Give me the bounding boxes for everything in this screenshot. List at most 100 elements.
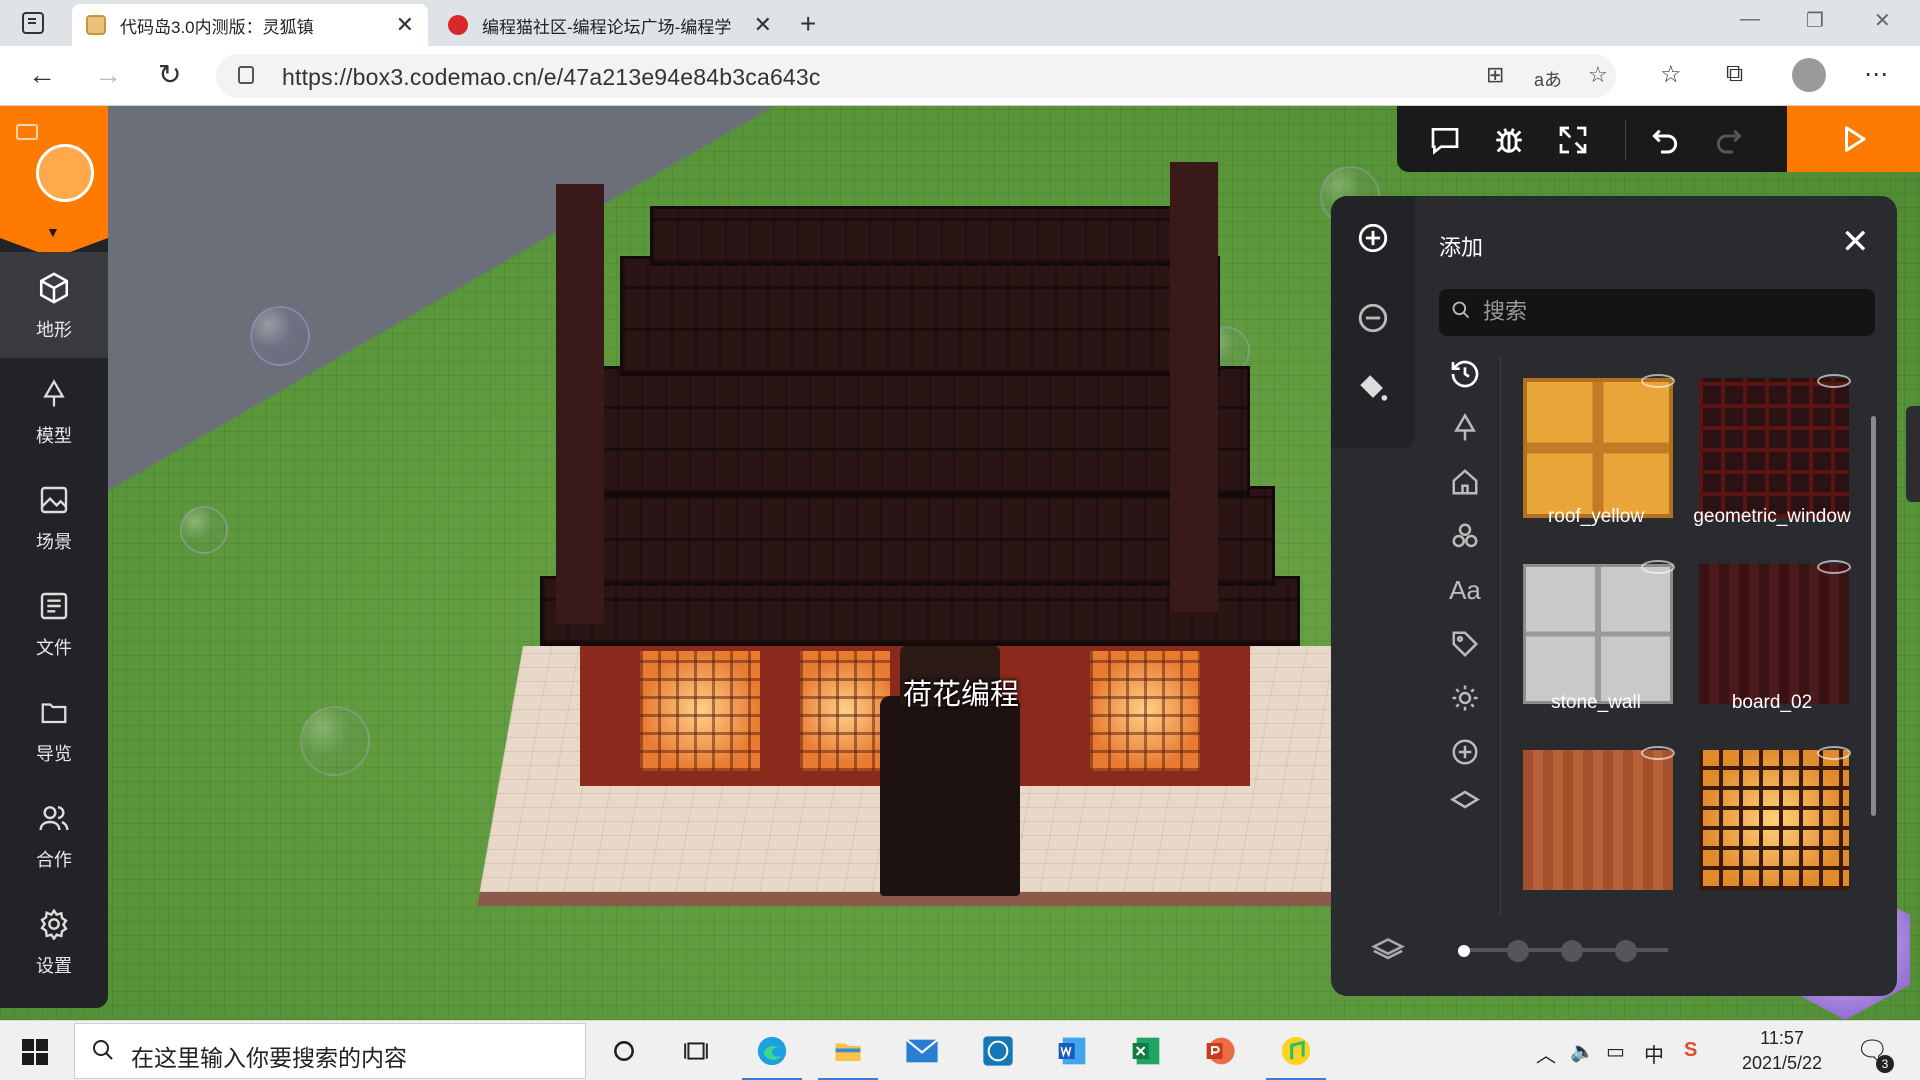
block-item-lantern-pattern[interactable] [1687, 728, 1857, 908]
slider-step-2[interactable] [1507, 940, 1529, 962]
add-favorite-icon[interactable]: ☆ [1588, 62, 1608, 88]
system-clock[interactable]: 11:57 2021/5/22 [1722, 1026, 1842, 1076]
file-explorer-icon[interactable] [818, 1029, 878, 1080]
rotate-preview-icon[interactable] [1817, 746, 1851, 760]
redo-icon[interactable] [1709, 120, 1749, 160]
lit-window [800, 651, 890, 771]
refresh-button[interactable]: ↻ [158, 60, 181, 90]
music-app-icon[interactable] [1266, 1029, 1326, 1080]
new-tab-button[interactable]: + [800, 8, 816, 40]
rotate-preview-icon[interactable] [1641, 560, 1675, 574]
close-tab-icon[interactable]: ✕ [396, 12, 414, 38]
show-hidden-icons-chevron[interactable]: ︿ [1536, 1039, 1556, 1068]
word-icon[interactable] [1050, 1029, 1094, 1073]
sidebar-item-scene[interactable]: 场景 [0, 464, 108, 570]
read-aloud-icon[interactable]: aあ [1534, 66, 1562, 92]
tab-codemao-community[interactable]: 编程猫社区-编程论坛广场-编程学 ✕ [434, 4, 786, 46]
lit-window [640, 651, 760, 771]
sidebar-item-models[interactable]: 模型 [0, 358, 108, 464]
text-icon[interactable]: Aa [1445, 570, 1485, 610]
codemao-logo[interactable] [0, 106, 108, 258]
volume-icon[interactable]: 🔈 [1570, 1039, 1595, 1064]
rotate-preview-icon[interactable] [1817, 560, 1851, 574]
app-available-icon[interactable]: ⊞ [1486, 62, 1504, 88]
search-input[interactable] [1483, 295, 1863, 329]
profile-avatar[interactable] [1792, 58, 1826, 92]
block-item-geometric-window[interactable]: geometric_window [1687, 356, 1857, 536]
block-item-stone-wall[interactable]: stone_wall [1511, 542, 1681, 722]
chevron-down-icon[interactable]: ▼ [46, 224, 60, 240]
block-grid-scrollbar[interactable] [1871, 416, 1876, 816]
bubble-effect [180, 506, 228, 554]
mail-icon[interactable] [900, 1029, 944, 1073]
close-window-button[interactable]: ✕ [1874, 8, 1891, 33]
slider-step-3[interactable] [1561, 940, 1583, 962]
sidebar-item-collab[interactable]: 合作 [0, 782, 108, 888]
collections-icon[interactable]: ⧉ [1726, 60, 1743, 88]
favorites-icon[interactable]: ☆ [1660, 60, 1682, 89]
powerpoint-icon[interactable] [1198, 1029, 1242, 1073]
codemao-favicon-icon [448, 15, 468, 35]
cortana-icon[interactable] [602, 1029, 646, 1073]
player-character[interactable] [880, 646, 1020, 896]
paint-bucket-icon[interactable] [1353, 368, 1393, 408]
block-item-wood-crate[interactable] [1511, 728, 1681, 908]
terminal-icon[interactable] [16, 124, 38, 140]
minimize-button[interactable]: — [1740, 8, 1760, 31]
sogou-ime-icon[interactable]: S [1684, 1039, 1697, 1062]
tab-codemao-island[interactable]: 代码岛3.0内测版：灵狐镇 ✕ [72, 4, 428, 46]
shapes-icon[interactable] [1445, 516, 1485, 556]
slider-step-1[interactable] [1458, 945, 1470, 957]
rotate-preview-icon[interactable] [1641, 746, 1675, 760]
lantern-pattern-thumb [1699, 750, 1849, 890]
forward-button[interactable]: → [94, 60, 122, 90]
address-bar-row: ← → ↻ https://box3.codemao.cn/e/47a213e9… [0, 46, 1920, 106]
house-icon[interactable] [1445, 462, 1485, 502]
right-edge-handle[interactable] [1906, 406, 1920, 502]
slider-step-4[interactable] [1615, 940, 1637, 962]
gear-icon [36, 906, 72, 942]
recent-history-icon[interactable] [1445, 354, 1485, 394]
wood-crate-thumb [1523, 750, 1673, 890]
sun-icon[interactable] [1445, 678, 1485, 718]
battery-icon[interactable]: ▭ [1606, 1039, 1625, 1064]
tree-icon[interactable] [1445, 408, 1485, 448]
tag-icon[interactable] [1445, 624, 1485, 664]
lock-icon[interactable] [238, 66, 254, 84]
task-view-icon[interactable] [674, 1029, 718, 1073]
sidebar-item-settings[interactable]: 设置 [0, 888, 108, 994]
fullscreen-icon[interactable] [1553, 120, 1593, 160]
rotate-preview-icon[interactable] [1641, 374, 1675, 388]
ime-indicator[interactable]: 中 [1644, 1039, 1664, 1068]
undo-icon[interactable] [1645, 120, 1685, 160]
windows-start-icon[interactable] [22, 1039, 48, 1065]
url-box[interactable]: https://box3.codemao.cn/e/47a213e94e84b3… [216, 54, 1616, 98]
block-item-board-02[interactable]: board_02 [1687, 542, 1857, 722]
rotate-preview-icon[interactable] [1817, 374, 1851, 388]
back-button[interactable]: ← [28, 60, 56, 90]
clock-date: 2021/5/22 [1741, 1053, 1823, 1073]
debug-bug-icon[interactable] [1489, 120, 1529, 160]
sidebar-item-terrain[interactable]: 地形 [0, 252, 108, 358]
sidebar-item-files[interactable]: 文件 [0, 570, 108, 676]
sidebar-item-guide[interactable]: 导览 [0, 676, 108, 782]
block-search[interactable] [1439, 289, 1875, 336]
tab-actions-icon[interactable] [22, 12, 44, 34]
taskbar-search[interactable]: 在这里输入你要搜索的内容 [74, 1023, 586, 1079]
block-item-roof-yellow[interactable]: roof_yellow [1511, 356, 1681, 536]
edge-browser-icon[interactable] [742, 1029, 802, 1080]
plus-circle-icon[interactable] [1445, 732, 1485, 772]
layers-icon[interactable] [1445, 782, 1485, 822]
sidebar-item-label: 场景 [36, 532, 72, 552]
url-text[interactable]: https://box3.codemao.cn/e/47a213e94e84b3… [282, 64, 821, 91]
remove-mode-icon[interactable] [1353, 298, 1393, 338]
dell-app-icon[interactable] [976, 1029, 1020, 1073]
add-mode-icon[interactable] [1353, 218, 1393, 258]
play-button[interactable] [1787, 106, 1920, 172]
more-menu-icon[interactable]: ⋯ [1864, 60, 1888, 89]
close-tab-icon[interactable]: ✕ [754, 12, 772, 38]
close-icon[interactable]: ✕ [1841, 222, 1870, 262]
restore-button[interactable]: ❐ [1806, 8, 1824, 33]
excel-icon[interactable] [1124, 1029, 1168, 1073]
chat-icon[interactable] [1425, 120, 1465, 160]
